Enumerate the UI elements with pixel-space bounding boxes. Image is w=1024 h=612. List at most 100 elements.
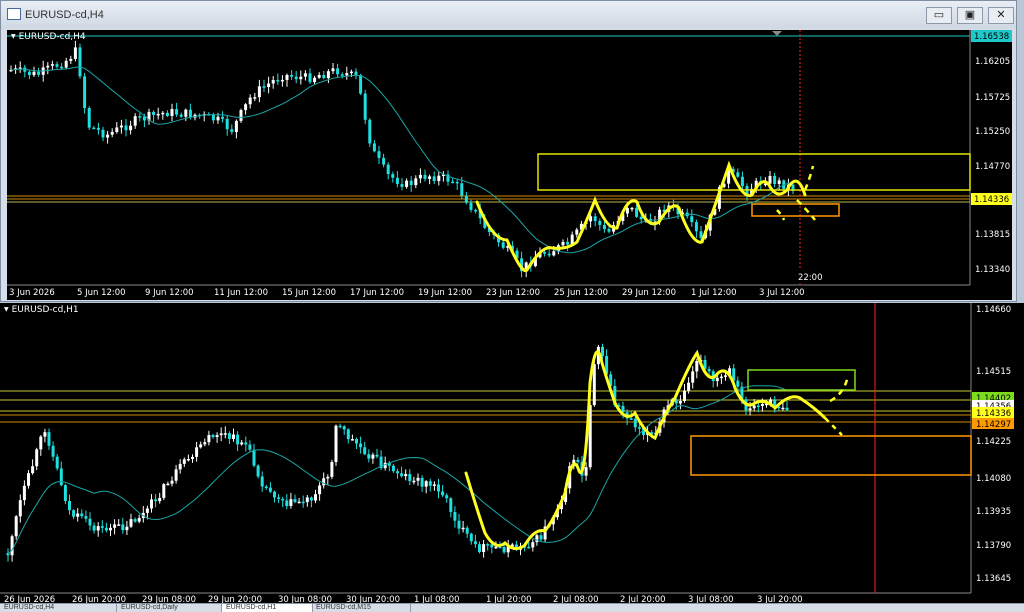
h1-candle	[129, 519, 133, 527]
h1-candle	[391, 465, 395, 472]
h1-candle	[412, 480, 416, 483]
h1-candle	[113, 524, 117, 528]
h4-price-label: 1.16205	[975, 57, 1010, 67]
h1-date-label: 1 Jul 08:00	[414, 595, 460, 603]
h1-candle	[268, 487, 272, 492]
h1-candle	[84, 516, 88, 519]
h4-candle	[630, 207, 634, 210]
h4-candle	[395, 177, 399, 185]
h1-chart-area[interactable]: 1.146601.145151.144021.143561.143361.142…	[0, 303, 1024, 603]
h1-candle	[453, 511, 457, 521]
h4-candle	[561, 241, 565, 246]
h4-candle	[607, 229, 611, 232]
h4-date-label: 19 Jun 12:00	[418, 288, 472, 298]
h4-candle	[593, 216, 597, 221]
h4-candle	[64, 60, 68, 68]
h1-candle	[244, 442, 248, 445]
h4-candle	[566, 241, 570, 245]
h1-candle	[678, 400, 682, 404]
h1-candle	[305, 497, 309, 503]
h1-date-label: 2 Jul 20:00	[620, 595, 666, 603]
h4-candle	[368, 119, 372, 144]
h1-candle	[473, 541, 477, 545]
close-button[interactable]: ✕	[988, 7, 1014, 24]
h1-price-chart[interactable]: 1.146601.145151.144021.143561.143361.142…	[0, 303, 1024, 603]
h1-candle	[375, 454, 379, 457]
restore-button[interactable]: ▣	[957, 7, 983, 24]
h1-candle	[301, 501, 305, 504]
minimize-button[interactable]: ▭	[926, 7, 952, 24]
h1-candle	[469, 533, 473, 542]
h4-chart-area[interactable]: 1.16538 1.16205 1.15725 1.15250 1.14770 1.143…	[7, 30, 1012, 300]
h4-candle	[161, 112, 165, 115]
h4-candle	[50, 64, 54, 66]
h4-candle	[602, 225, 606, 230]
h1-candle	[601, 346, 604, 357]
h4-candle	[322, 75, 326, 79]
h1-candle	[342, 426, 346, 430]
h1-date-label: 3 Jul 20:00	[757, 595, 803, 603]
chart-window-icon	[7, 8, 21, 20]
h4-candle	[547, 253, 551, 256]
h4-date-label: 3 Jun 2026	[9, 288, 55, 298]
h1-candle	[293, 499, 297, 503]
h1-candle	[535, 535, 539, 543]
h1-candle	[371, 454, 375, 459]
h4-candle	[414, 178, 418, 186]
h1-candle	[400, 473, 404, 477]
h1-candle	[756, 405, 760, 408]
h1-candle	[137, 518, 141, 522]
h1-candle	[785, 407, 789, 410]
h1-candle	[174, 469, 178, 481]
h4-price-chart[interactable]: 1.16538 1.16205 1.15725 1.15250 1.14770 1.143…	[7, 30, 1012, 300]
h4-candle	[773, 175, 777, 185]
h1-price-label: 1.13790	[976, 541, 1011, 551]
h4-date-label: 29 Jun 12:00	[622, 288, 676, 298]
h4-candle	[133, 116, 137, 126]
h4-candle	[460, 183, 464, 196]
h4-candle	[363, 93, 367, 120]
h4-candle	[129, 125, 133, 131]
h1-candle	[72, 510, 76, 517]
h1-date-label: 26 Jun 2026	[4, 595, 55, 603]
h4-candle	[138, 116, 142, 118]
h1-candle	[256, 465, 260, 477]
h1-candle	[629, 418, 633, 420]
h4-candle	[455, 181, 459, 184]
h4-candle	[635, 207, 639, 217]
h4-candle	[349, 71, 353, 74]
h1-candle	[576, 459, 580, 462]
h4-candle	[501, 242, 505, 248]
h4-candle	[239, 110, 243, 121]
h4-candle	[294, 76, 298, 80]
h1-candle	[100, 526, 104, 528]
h4-candle	[87, 108, 91, 128]
window-titlebar[interactable]: EURUSD-cd,H4 ▭ ▣ ✕	[1, 1, 1016, 29]
h1-candle	[367, 454, 371, 459]
h1-candle	[482, 544, 486, 553]
h4-candle	[248, 97, 252, 105]
h1-candle	[195, 447, 199, 457]
h1-candle	[428, 481, 432, 486]
h1-candle	[416, 477, 420, 481]
h4-date-label: 3 Jul 12:00	[759, 288, 805, 298]
h1-price-label: 1.14225	[976, 437, 1011, 447]
h4-candle	[543, 252, 547, 254]
h4-candle	[290, 75, 294, 77]
h4-price-label: 1.16538	[974, 32, 1009, 42]
h1-candle	[236, 434, 240, 445]
h1-candle	[80, 513, 84, 517]
h1-candle	[260, 476, 264, 487]
h1-price-label: 1.14080	[976, 474, 1011, 484]
h4-candle	[326, 71, 330, 79]
h1-candle	[121, 524, 125, 531]
h4-candle	[639, 216, 643, 220]
h1-candle	[326, 476, 330, 479]
h1-candle	[355, 439, 358, 444]
h1-candle	[592, 364, 596, 406]
chart-window-h4[interactable]: EURUSD-cd,H4 ▭ ▣ ✕ 1.16538 1.16205 1.15725…	[0, 0, 1017, 302]
h1-candle	[449, 498, 453, 512]
h1-candle	[133, 519, 137, 522]
h1-candle	[350, 439, 354, 441]
h1-candle	[683, 390, 686, 401]
